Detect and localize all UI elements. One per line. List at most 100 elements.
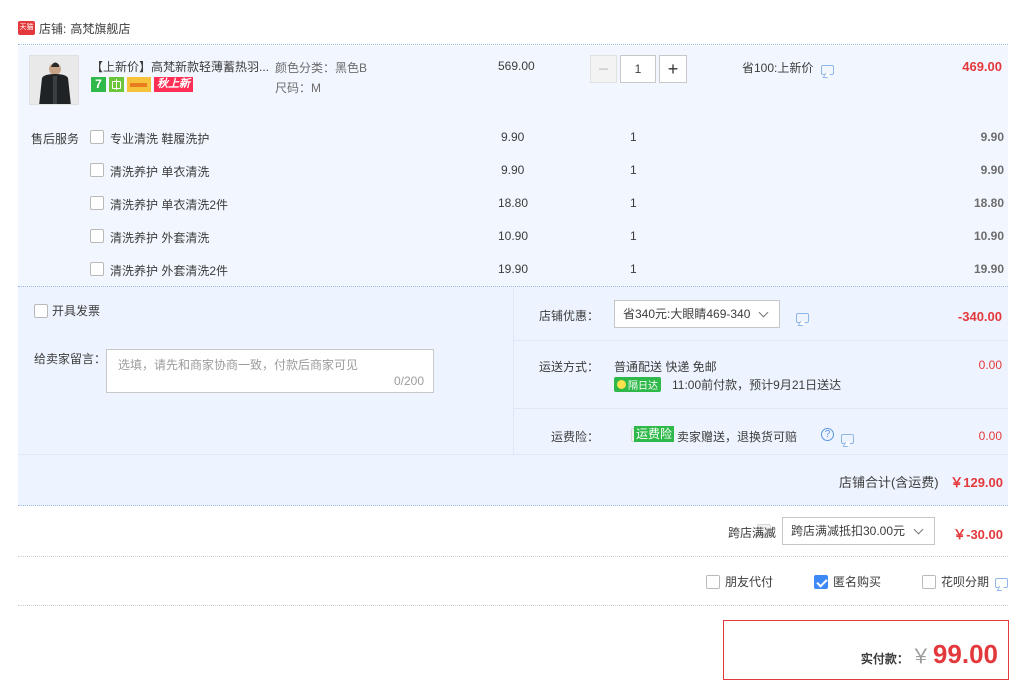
service-checkbox[interactable] [90,196,104,210]
invoice-checkbox[interactable] [34,303,48,318]
panel-divider-h1 [514,340,1008,341]
message-counter: 0/200 [393,374,424,388]
payment-amount: 99.00 [932,639,998,669]
card-icon [127,76,151,92]
list-item: 清洗养护 外套清洗 10.90 1 10.90 [0,221,1032,254]
huabei-label: 花呗分期 [941,575,990,589]
shop-discount-select[interactable]: 省340元:大眼睛469-340 [614,300,780,328]
shipping-method: 普通配送 快递 免邮 [614,360,717,374]
huabei-option[interactable]: 花呗分期 [922,573,1009,590]
anonymous-label: 匿名购买 [833,575,882,589]
cross-store-label: 跨店满减 [728,526,777,540]
friend-pay-option[interactable]: 朋友代付 [706,573,773,590]
message-icon[interactable] [995,577,1009,588]
quantity-stepper: − 1 + [590,55,687,83]
service-qty: 1 [630,130,637,144]
product-size-attr: 尺码：M [275,81,321,95]
anonymous-checkbox[interactable] [814,574,828,589]
service-total: 9.90 [980,130,1004,144]
list-item: 清洗养护 外套清洗2件 19.90 1 19.90 [0,254,1032,287]
quantity-increase-button[interactable]: + [659,55,687,83]
service-name: 清洗养护 外套清洗 [110,231,210,245]
service-checkbox[interactable] [90,130,104,144]
payment-currency: ￥ [910,646,931,668]
service-checkbox[interactable] [90,163,104,177]
list-item: 清洗养护 单衣清洗 9.90 1 9.90 [0,155,1032,188]
quantity-input[interactable]: 1 [620,55,656,83]
next-day-badge-text: 隔日达 [628,381,658,392]
list-item: 清洗养护 单衣清洗2件 18.80 1 18.80 [0,188,1032,221]
panel-divider-h2 [514,408,1008,409]
service-name: 清洗养护 单衣清洗2件 [110,198,229,212]
service-name: 专业清洗 鞋履洗护 [110,132,210,146]
payment-label: 实付款： [860,652,909,666]
service-price: 9.90 [501,130,525,144]
help-icon[interactable]: ? [821,428,834,441]
shop-header: 天猫 店铺: 高梵旗舰店 [18,18,130,38]
next-day-badge: 隔日达 [614,377,661,392]
payment-summary-box: 实付款： ￥ 99.00 [723,620,1009,680]
shop-total-row: 店铺合计(含运费) ￥129.00 [600,472,1003,491]
product-color-attr: 颜色分类：黑色B [275,61,368,75]
discount-note-text: 省100:上新价 [742,61,814,75]
options-divider [18,605,1008,606]
service-total: 9.90 [980,163,1004,177]
service-qty: 1 [630,163,637,177]
chevron-down-icon [913,524,924,535]
service-total: 18.80 [973,196,1004,210]
insurance-tag: 运费险 [634,426,675,442]
panel-divider-h3 [18,454,1008,455]
cross-store-select[interactable]: 跨店满减抵扣30.00元 [782,517,935,545]
lightning-icon [617,380,626,389]
shop-total-amount: ￥129.00 [950,475,1003,490]
service-checkbox[interactable] [90,229,104,243]
service-price: 18.80 [498,196,529,210]
shipping-eta-row: 隔日达 11:00前付款，预计9月21日送达 [614,376,841,393]
anonymous-option[interactable]: 匿名购买 [814,573,881,590]
service-qty: 1 [630,262,637,276]
chevron-down-icon [758,307,769,318]
payment-row: 实付款： ￥ 99.00 [861,639,998,670]
gift-icon [109,76,124,92]
service-qty: 1 [630,196,637,210]
service-total: 19.90 [973,262,1004,276]
shipping-amount: 0.00 [978,358,1002,372]
shop-discount-amount: -340.00 [957,309,1002,324]
invoice-option[interactable]: 开具发票 [34,302,100,319]
message-icon[interactable] [796,313,809,323]
cross-store-divider [18,556,1008,557]
product-total-price: 469.00 [962,59,1002,74]
product-image[interactable] [29,55,79,105]
insurance-amount: 0.00 [978,429,1002,443]
tmall-badge-icon: 天猫 [18,21,35,35]
message-icon[interactable] [840,434,854,444]
message-placeholder: 选填，请先和商家协商一致，付款后商家可见 [118,358,359,372]
shipping-label: 运送方式： [539,360,600,374]
list-item: 专业清洗 鞋履洗护 9.90 1 9.90 [0,122,1032,155]
seven-day-return-icon: 7 [91,76,106,92]
shop-total-label: 店铺合计(含运费) [838,475,939,490]
insurance-desc: 卖家赠送，退换货可赔 [677,430,798,444]
cross-store-amount: ￥-30.00 [953,527,1003,542]
service-checkbox[interactable] [90,262,104,276]
service-qty: 1 [630,229,637,243]
product-title-link[interactable]: 【上新价】高梵新款轻薄蓄热羽... [91,58,269,75]
shop-label: 店铺: [39,21,67,36]
invoice-label: 开具发票 [52,304,101,318]
service-price: 19.90 [498,262,529,276]
service-name: 清洗养护 单衣清洗 [110,165,210,179]
huabei-checkbox[interactable] [922,574,936,589]
service-price: 10.90 [498,229,529,243]
shop-name-link[interactable]: 高梵旗舰店 [70,20,130,37]
friend-pay-checkbox[interactable] [706,574,720,589]
panel-divider-vertical [513,288,514,454]
message-icon[interactable] [821,64,835,75]
service-name: 清洗养护 外套清洗2件 [110,264,229,278]
quantity-decrease-button[interactable]: − [590,55,617,83]
cross-store-selected: 跨店满减抵扣30.00元 [791,524,906,538]
service-price: 9.90 [501,163,525,177]
message-label: 给卖家留言： [34,352,107,366]
shop-divider [18,44,1008,45]
insurance-label: 运费险： [551,430,600,444]
message-input[interactable]: 选填，请先和商家协商一致，付款后商家可见 0/200 [106,349,434,393]
